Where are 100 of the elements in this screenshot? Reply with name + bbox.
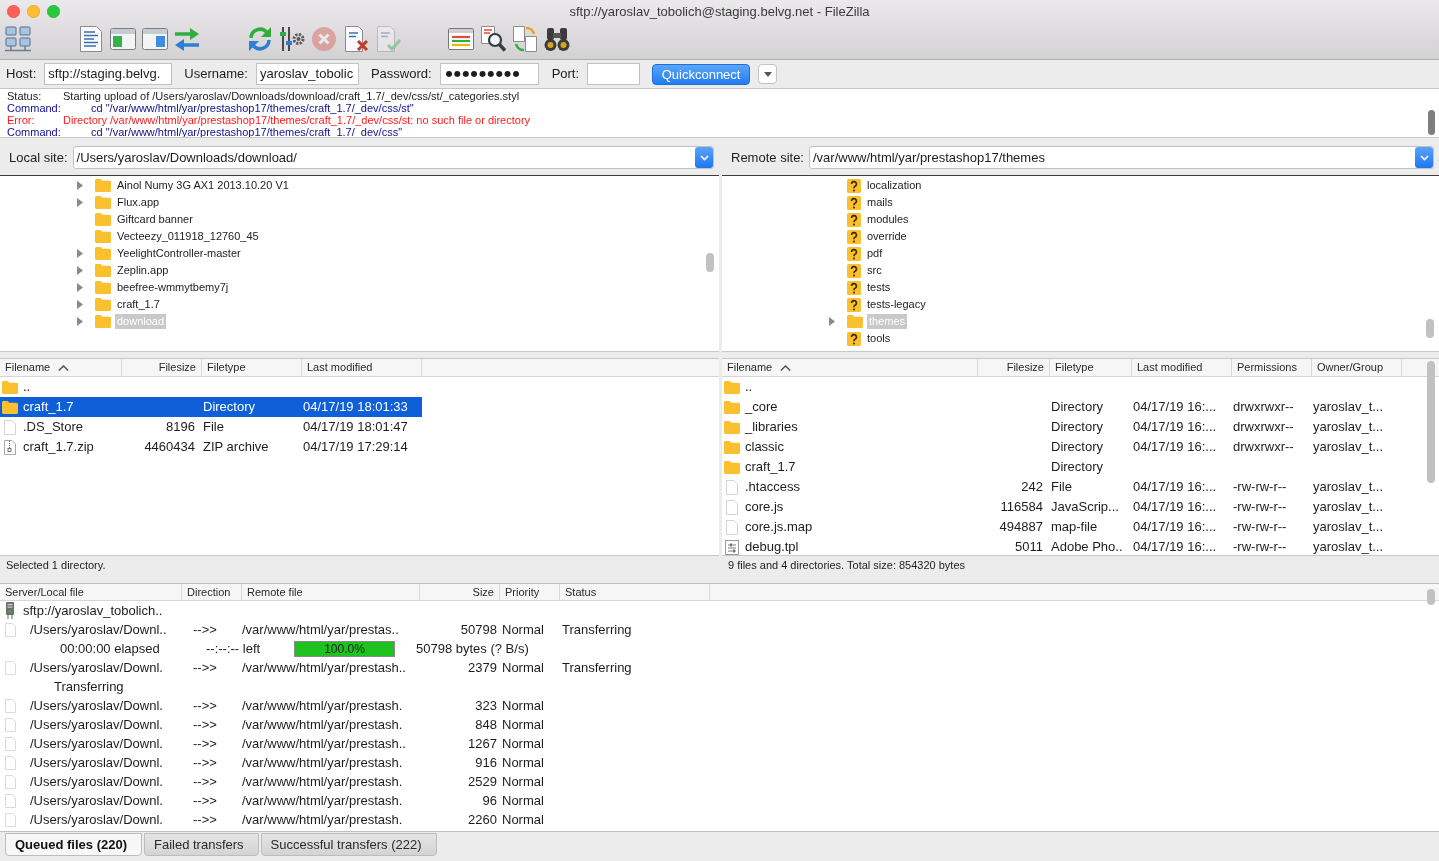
column-header[interactable]: Filename [0,359,122,376]
scrollbar-thumb[interactable] [1428,110,1435,135]
table-cell: /var/www/html/yar/prestash.. [242,659,406,675]
scrollbar-thumb[interactable] [1427,589,1435,605]
swap-arrows-icon[interactable] [174,25,200,52]
elapsed-time: 00:00:00 elapsed [60,640,160,656]
column-header[interactable]: Last modified [302,359,422,376]
folder-name[interactable]: override [865,229,909,244]
host-field[interactable]: sftp://staging.belvg. [44,63,173,85]
caret-right-icon[interactable] [76,317,83,326]
highlighted-row[interactable]: craft_1.7 Directory 04/17/19 18:01:33 [0,397,422,417]
binoculars-icon[interactable] [544,25,570,52]
refresh-icon[interactable] [247,25,273,52]
question-folder-icon [847,212,861,227]
computers-icon[interactable] [5,25,31,52]
scrollbar-thumb[interactable] [1427,361,1435,483]
caret-right-icon[interactable] [76,300,83,309]
site-label: Remote site: [731,148,804,167]
column-header[interactable]: Size [420,584,500,600]
folder-name[interactable]: Flux.app [115,195,162,210]
column-header[interactable]: Filetype [202,359,302,376]
port-field[interactable] [587,63,641,85]
path-combobox[interactable]: /Users/yaroslav/Downloads/download/ [72,146,714,169]
caret-right-icon[interactable] [76,198,83,207]
window-pane-icon[interactable] [142,25,168,52]
caret-right-icon[interactable] [76,181,83,190]
folder-name[interactable]: craft_1.7 [115,297,162,312]
column-header[interactable]: Last modified [1132,359,1232,376]
table-cell: 04/17/19 17:29:14 [303,439,408,455]
table-cell: /var/www/html/yar/prestas.. [242,621,399,637]
folder-icon [724,460,740,474]
table-cell: yaroslav_t... [1313,399,1384,415]
time-left: --:--:-- left [206,640,261,656]
table-cell: 04/17/19 16:... [1133,399,1217,415]
folder-name[interactable]: pdf [865,246,885,261]
table-cell: File [203,419,224,435]
caret-right-icon[interactable] [76,266,83,275]
folder-icon [724,440,740,454]
dropdown-button[interactable] [1415,147,1433,168]
chevron-up-icon[interactable] [58,364,70,371]
folder-icon [2,380,18,394]
folder-name[interactable]: beefree-wmmytbemy7j [115,280,231,295]
column-header[interactable]: Filetype [1050,359,1132,376]
sliders-gear-icon[interactable] [279,25,305,52]
username-field[interactable]: yaroslav_tobolic [255,63,359,85]
folder-name[interactable]: mails [865,195,895,210]
table-cell: -->> [193,811,217,827]
tab[interactable]: Queued files (220) [5,833,142,856]
close-icon[interactable] [7,5,20,19]
question-folder-icon [847,263,861,278]
documents-arrows-icon[interactable] [512,25,538,52]
dropdown-button[interactable] [695,147,713,168]
tab[interactable]: Failed transfers [144,833,259,856]
column-header[interactable]: Server/Local file [0,584,182,600]
tab[interactable]: Successful transfers (222) [260,833,437,856]
document-cross-icon[interactable] [343,25,369,52]
scrollbar-thumb[interactable] [706,253,714,272]
folder-name[interactable]: tests [865,280,893,295]
column-header[interactable]: Permissions [1232,359,1312,376]
password-field[interactable]: ●●●●●●●●● [439,63,539,85]
folder-name[interactable]: Ainol Numy 3G AX1 2013.10.20 V1 [115,178,291,193]
file-icon [5,755,16,770]
column-header[interactable]: Filesize [978,359,1050,376]
column-header[interactable]: Remote file [242,584,420,600]
column-header[interactable]: Filename [722,359,978,376]
dropdown-button[interactable] [758,64,778,84]
table-cell: Directory [1051,399,1103,415]
folder-name[interactable]: modules [865,212,911,227]
column-header[interactable]: Filesize [122,359,202,376]
caret-right-icon[interactable] [76,283,83,292]
folder-name[interactable]: src [865,263,884,278]
folder-name[interactable]: Zeplin.app [115,263,171,278]
scrollbar-thumb[interactable] [1426,319,1434,338]
column-header[interactable]: Owner/Group [1312,359,1402,376]
magnifier-document-icon[interactable] [480,25,506,52]
file-icon [5,698,16,713]
column-header[interactable]: Priority [500,584,560,600]
list-window-icon[interactable] [448,25,474,52]
maximize-icon[interactable] [47,5,60,19]
file-name: .DS_Store [23,418,83,437]
caret-right-icon[interactable] [828,317,835,326]
chevron-up-icon[interactable] [780,364,792,371]
column-header[interactable]: Direction [182,584,242,600]
table-cell: 04/17/19 18:01:33 [303,399,408,415]
column-header[interactable]: Status [560,584,710,600]
caret-right-icon[interactable] [76,249,83,258]
transfer-status: Transferring [54,677,124,696]
file-name: core.js.map [745,518,813,537]
folder-name[interactable]: YeelightController-master [115,246,243,261]
path-combobox[interactable]: /var/www/html/yar/prestashop17/themes [809,146,1434,169]
document-lines-icon[interactable] [78,25,104,52]
window-pane-icon[interactable] [110,25,136,52]
table-cell: /var/www/html/yar/prestash.. [242,735,406,751]
folder-name[interactable]: Vecteezy_011918_12760_45 [115,229,261,244]
folder-name[interactable]: tools [865,331,893,346]
folder-name[interactable]: Giftcard banner [115,212,195,227]
file-name: core.js [745,498,784,517]
folder-name[interactable]: tests-legacy [865,297,928,312]
folder-name[interactable]: localization [865,178,924,193]
table-cell: 4460434 [144,439,195,455]
